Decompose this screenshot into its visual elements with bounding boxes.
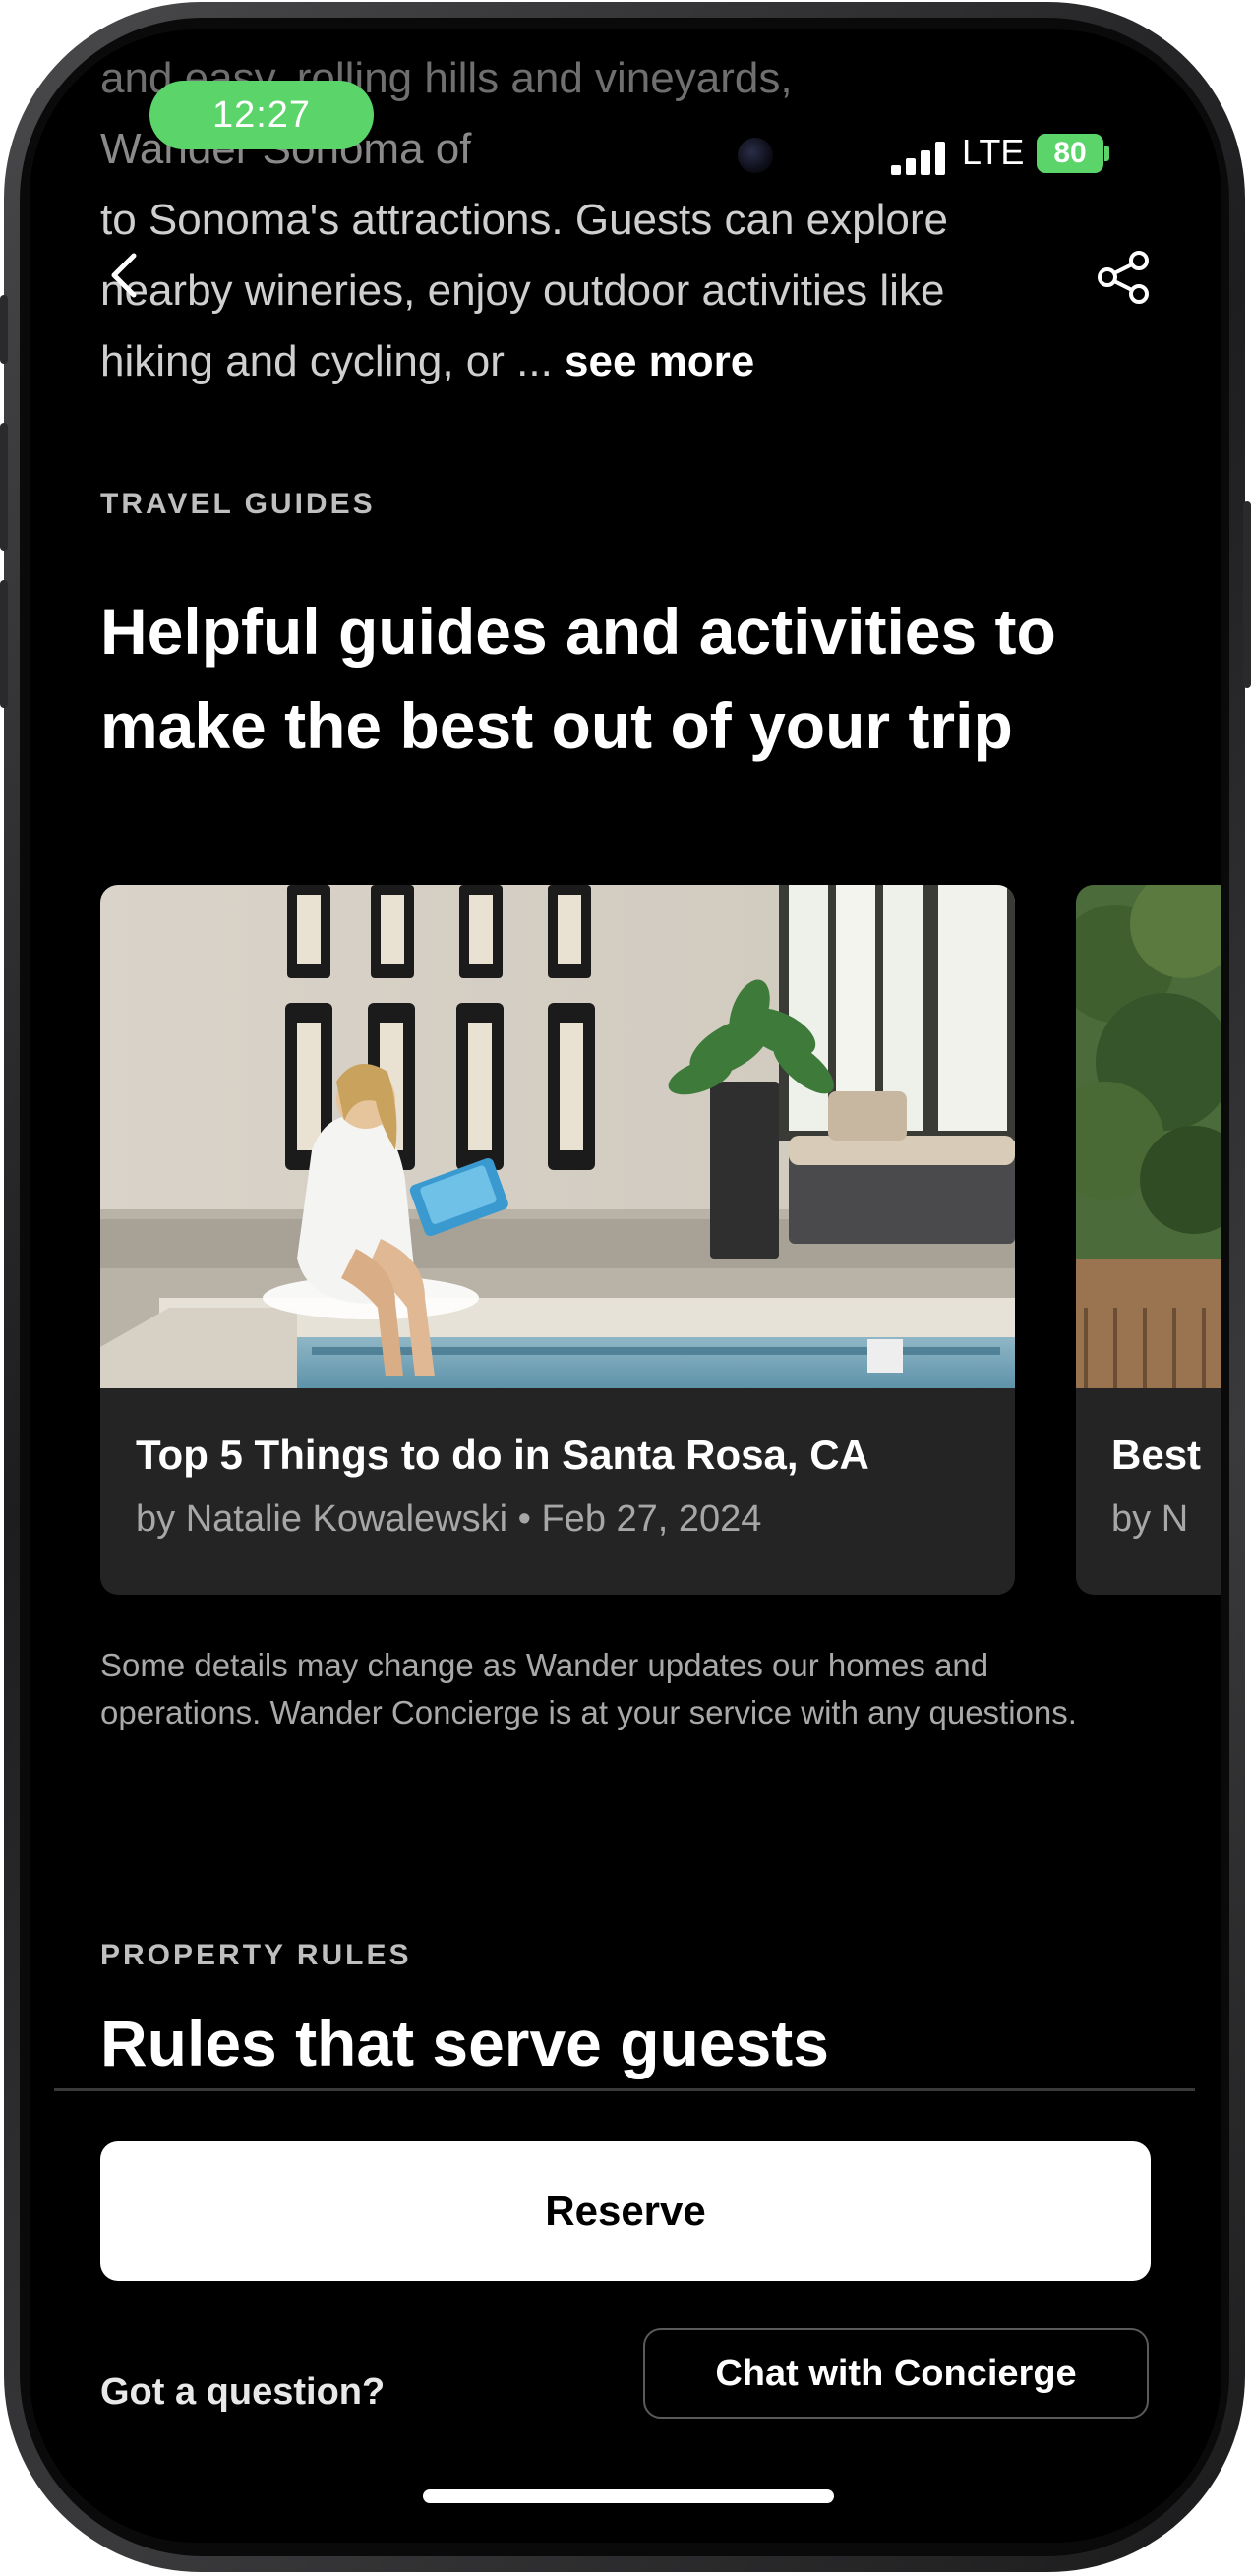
guide-card-title: Best bbox=[1111, 1432, 1202, 1478]
travel-guides-title: Helpful guides and activities to make th… bbox=[100, 595, 1056, 762]
signal-bars-icon bbox=[891, 142, 945, 175]
guide-card-peek[interactable]: Best by N bbox=[1076, 885, 1221, 1595]
property-rules-title: Rules that serve guests bbox=[100, 2007, 829, 2079]
chevron-left-icon[interactable] bbox=[100, 248, 149, 303]
vineyard-photo-illustration bbox=[1076, 885, 1221, 1388]
guide-card[interactable]: Top 5 Things to do in Santa Rosa, CA by … bbox=[100, 885, 1015, 1595]
disclaimer-text: Some details may change as Wander update… bbox=[100, 1647, 1077, 1730]
description-line-text: hiking and cycling, or ... bbox=[100, 337, 553, 385]
guide-card-meta: by N bbox=[1111, 1498, 1189, 1540]
question-label: Got a question? bbox=[100, 2371, 386, 2413]
share-icon[interactable] bbox=[1094, 248, 1153, 307]
travel-guides-eyebrow: TRAVEL GUIDES bbox=[100, 488, 376, 520]
guide-card-photo bbox=[100, 885, 1015, 1388]
network-type: LTE bbox=[962, 132, 1025, 172]
reserve-button[interactable]: Reserve bbox=[100, 2141, 1151, 2281]
action-button bbox=[0, 295, 8, 364]
app-screen: and easy, rolling hills and vineyards, W… bbox=[30, 29, 1221, 2543]
description-line: to Sonoma's attractions. Guests can expl… bbox=[100, 196, 948, 244]
property-rules-eyebrow: PROPERTY RULES bbox=[100, 1939, 412, 1971]
status-time: 12:27 bbox=[149, 81, 374, 149]
battery-tip bbox=[1104, 146, 1109, 161]
home-indicator[interactable] bbox=[423, 2489, 834, 2503]
description-line: nearby wineries, enjoy outdoor activitie… bbox=[100, 266, 945, 315]
see-more-link[interactable]: see more bbox=[565, 337, 754, 385]
footer-divider bbox=[54, 2088, 1195, 2091]
power-button bbox=[1243, 501, 1251, 688]
volume-up-button bbox=[0, 423, 8, 551]
battery-icon: 80 bbox=[1037, 134, 1103, 173]
camera-icon bbox=[738, 138, 773, 173]
description-line-last: hiking and cycling, or ... see more bbox=[100, 326, 1123, 397]
chat-with-concierge-button[interactable]: Chat with Concierge bbox=[643, 2328, 1149, 2419]
guide-card-meta: by Natalie Kowalewski • Feb 27, 2024 bbox=[136, 1498, 762, 1540]
guide-card-title: Top 5 Things to do in Santa Rosa, CA bbox=[136, 1432, 869, 1478]
spa-photo-illustration bbox=[100, 885, 1015, 1388]
guide-card-photo bbox=[1076, 885, 1221, 1388]
volume-down-button bbox=[0, 580, 8, 708]
